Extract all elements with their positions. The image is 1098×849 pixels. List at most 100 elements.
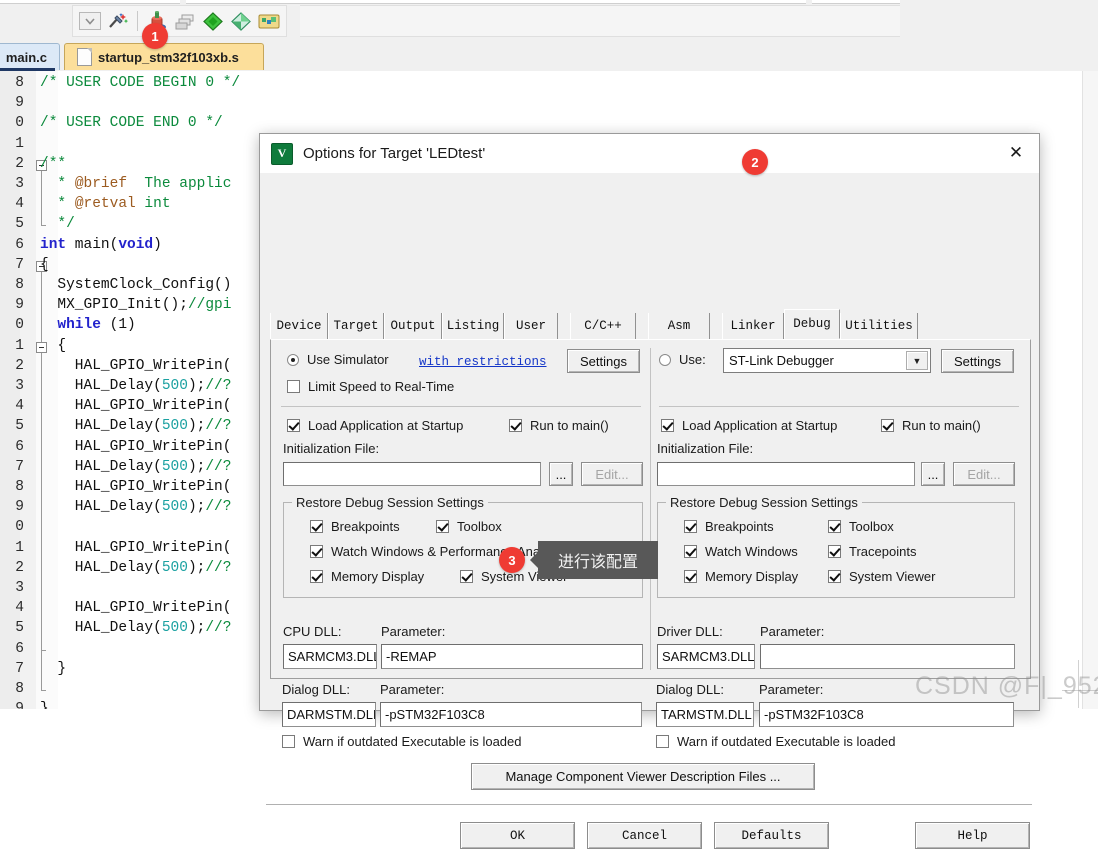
editor-tab-bar: main.c startup_stm32f103xb.s (0, 40, 1098, 72)
code-token: /* USER CODE BEGIN 0 */ (40, 75, 241, 91)
fold-guide-end (41, 649, 46, 651)
left-breakpoints-checkbox[interactable] (310, 520, 323, 533)
editor-tab-startup-s[interactable]: startup_stm32f103xb.s (64, 43, 264, 70)
keil-icon-glyph: V (277, 146, 287, 160)
left-watch-windows-row[interactable]: Watch Windows & Performance Analyzer (310, 544, 568, 559)
dialog-tab-c-c[interactable]: C/C++ (570, 313, 636, 339)
dropdown-arrow-icon[interactable] (77, 8, 103, 34)
right-warn-outdated-row[interactable]: Warn if outdated Executable is loaded (656, 734, 896, 749)
code-token: ); (187, 458, 206, 475)
cpu-param-input[interactable]: -REMAP (381, 644, 643, 669)
use-debugger-radio[interactable] (659, 353, 671, 366)
left-run-to-main-row[interactable]: Run to main() (509, 418, 609, 433)
right-memory-display-checkbox[interactable] (684, 570, 697, 583)
left-system-viewer-checkbox[interactable] (460, 570, 473, 583)
left-warn-outdated-row[interactable]: Warn if outdated Executable is loaded (282, 734, 522, 749)
right-tracepoints-row[interactable]: Tracepoints (828, 544, 916, 559)
right-toolbox-checkbox[interactable] (828, 520, 841, 533)
right-run-to-main-checkbox[interactable] (881, 419, 894, 432)
code-token: 500 (161, 418, 188, 435)
use-simulator-radio[interactable] (287, 353, 299, 366)
defaults-button[interactable]: Defaults (714, 822, 829, 849)
driver-param-input[interactable] (760, 644, 1015, 669)
cpu-dll-input[interactable]: SARMCM3.DLL (283, 644, 377, 669)
with-restrictions-link[interactable]: with restrictions (419, 355, 547, 369)
dialog-tab-utilities[interactable]: Utilities (840, 313, 918, 339)
right-browse-button[interactable]: ... (921, 462, 945, 486)
right-system-viewer-checkbox[interactable] (828, 570, 841, 583)
left-warn-outdated-label: Warn if outdated Executable is loaded (303, 734, 522, 749)
dialog-tab-linker[interactable]: Linker (722, 313, 784, 339)
right-system-viewer-row[interactable]: System Viewer (828, 569, 935, 584)
editor-tab-main-c[interactable]: main.c (0, 43, 60, 71)
code-token: /* USER CODE END 0 */ (40, 115, 223, 132)
right-toolbox-row[interactable]: Toolbox (828, 519, 894, 534)
left-breakpoints-row[interactable]: Breakpoints (310, 519, 400, 534)
dialog-param-input-left[interactable]: -pSTM32F103C8 (380, 702, 642, 727)
right-init-file-input[interactable] (657, 462, 915, 486)
left-memory-display-row[interactable]: Memory Display (310, 569, 424, 584)
right-breakpoints-checkbox[interactable] (684, 520, 697, 533)
dialog-dll-input-left[interactable]: DARMSTM.DLL (282, 702, 376, 727)
right-warn-outdated-checkbox[interactable] (656, 735, 669, 748)
left-browse-button[interactable]: ... (549, 462, 573, 486)
limit-speed-checkbox[interactable] (287, 380, 300, 393)
right-watch-windows-checkbox[interactable] (684, 545, 697, 558)
code-token: 500 (161, 378, 188, 394)
left-watch-windows-checkbox[interactable] (310, 545, 323, 558)
build-wizard-icon[interactable] (105, 8, 131, 34)
debugger-settings-button[interactable]: Settings (941, 349, 1014, 373)
right-breakpoints-row[interactable]: Breakpoints (684, 519, 774, 534)
dialog-tab-target[interactable]: Target (328, 313, 384, 339)
dialog-tab-asm[interactable]: Asm (648, 313, 710, 339)
left-toolbox-row[interactable]: Toolbox (436, 519, 502, 534)
code-token: HAL_GPIO_WritePin( (40, 438, 232, 455)
chevron-down-icon[interactable]: ▼ (906, 351, 928, 370)
right-edit-button[interactable]: Edit... (953, 462, 1015, 486)
use-simulator-row[interactable]: Use Simulator (287, 352, 389, 367)
ok-button[interactable]: OK (460, 822, 575, 849)
code-line: HAL_Delay(500);//? (40, 560, 232, 576)
left-warn-outdated-checkbox[interactable] (282, 735, 295, 748)
cancel-button[interactable]: Cancel (587, 822, 702, 849)
limit-speed-row[interactable]: Limit Speed to Real-Time (287, 379, 454, 394)
left-init-file-input[interactable] (283, 462, 541, 486)
help-button[interactable]: Help (915, 822, 1030, 849)
right-run-to-main-row[interactable]: Run to main() (881, 418, 981, 433)
right-load-app-checkbox[interactable] (661, 419, 674, 432)
right-load-app-row[interactable]: Load Application at Startup (661, 418, 837, 433)
code-token: MX_GPIO_Init(); (40, 297, 188, 314)
use-debugger-row[interactable]: Use: (659, 352, 706, 367)
left-load-app-row[interactable]: Load Application at Startup (287, 418, 463, 433)
left-toolbox-checkbox[interactable] (436, 520, 449, 533)
right-watch-windows-row[interactable]: Watch Windows (684, 544, 798, 559)
dialog-tab-user[interactable]: User (504, 313, 558, 339)
right-memory-display-row[interactable]: Memory Display (684, 569, 798, 584)
left-load-app-checkbox[interactable] (287, 419, 300, 432)
configure-icon[interactable] (228, 8, 254, 34)
code-line: } (40, 661, 66, 677)
multi-project-icon[interactable] (172, 8, 198, 34)
code-line: while (1) (40, 317, 135, 333)
debugger-select[interactable]: ST-Link Debugger ▼ (723, 348, 931, 373)
dialog-tab-output[interactable]: Output (384, 313, 442, 339)
dialog-tab-debug[interactable]: Debug (784, 309, 840, 339)
left-edit-button[interactable]: Edit... (581, 462, 643, 486)
simulator-settings-button[interactable]: Settings (567, 349, 640, 373)
code-token: HAL_GPIO_WritePin( (40, 398, 232, 415)
editor-vertical-scrollbar[interactable] (1082, 71, 1098, 709)
right-tracepoints-checkbox[interactable] (828, 545, 841, 558)
dialog-tab-device[interactable]: Device (270, 313, 328, 339)
dialog-tab-label: Listing (446, 319, 500, 333)
dialog-param-input-right[interactable]: -pSTM32F103C8 (759, 702, 1014, 727)
left-memory-display-checkbox[interactable] (310, 570, 323, 583)
dialog-dll-input-right[interactable]: TARMSTM.DLL (656, 702, 754, 727)
manage-runtime-icon[interactable] (256, 8, 282, 34)
manage-component-viewer-button[interactable]: Manage Component Viewer Description File… (471, 763, 815, 790)
left-run-to-main-checkbox[interactable] (509, 419, 522, 432)
driver-dll-input[interactable]: SARMCM3.DLL (657, 644, 755, 669)
green-diamond-icon[interactable] (200, 8, 226, 34)
close-icon[interactable]: ✕ (993, 134, 1039, 172)
annotation-tooltip: 进行该配置 (530, 541, 658, 579)
dialog-tab-listing[interactable]: Listing (442, 313, 504, 339)
